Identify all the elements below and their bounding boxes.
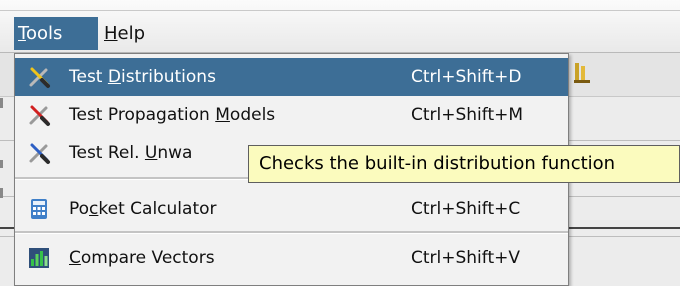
menu-bar-top-border	[0, 10, 680, 11]
menu-label: ools	[25, 23, 63, 44]
menu-separator	[15, 231, 568, 234]
menu-item-label: Pocket Calculator	[69, 199, 217, 219]
menu-item-test-distributions[interactable]: Test Distributions Ctrl+Shift+D	[15, 58, 568, 96]
wrench-screwdriver-icon	[29, 67, 50, 88]
menu-item-pocket-calculator[interactable]: Pocket Calculator Ctrl+Shift+C	[15, 190, 568, 228]
menu-item-compare-vectors[interactable]: Compare Vectors Ctrl+Shift+V	[15, 239, 568, 277]
tooltip: Checks the built-in distribution functio…	[248, 145, 680, 183]
menu-tools[interactable]: Tools	[14, 17, 98, 50]
menu-item-test-propagation-models[interactable]: Test Propagation Models Ctrl+Shift+M	[15, 96, 568, 134]
menu-item-label: Test Distributions	[69, 67, 216, 87]
menu-item-accelerator: Ctrl+Shift+D	[411, 67, 522, 87]
background-edge-mark	[0, 98, 3, 108]
toolbar-tool-icon[interactable]	[572, 60, 594, 86]
menu-item-accelerator: Ctrl+Shift+M	[411, 105, 524, 125]
wrench-screwdriver-icon	[29, 143, 50, 164]
menu-item-accelerator: Ctrl+Shift+C	[411, 199, 521, 219]
menu-help[interactable]: Help	[100, 17, 149, 50]
menu-item-label: Compare Vectors	[69, 248, 215, 268]
background-edge-mark	[0, 160, 3, 168]
wrench-screwdriver-icon	[29, 105, 50, 126]
menu-item-label: Test Propagation Models	[69, 105, 276, 125]
bar-chart-icon	[29, 248, 49, 268]
calculator-icon	[31, 199, 47, 219]
menu-mnemonic: T	[18, 23, 26, 44]
menu-item-accelerator: Ctrl+Shift+V	[411, 248, 521, 268]
menu-label: elp	[117, 23, 146, 44]
menu-mnemonic: H	[104, 23, 118, 44]
background-edge-mark	[0, 188, 3, 198]
menu-bar: Tools Help	[0, 0, 680, 53]
menu-item-label: Test Rel. Unwa	[69, 143, 193, 163]
